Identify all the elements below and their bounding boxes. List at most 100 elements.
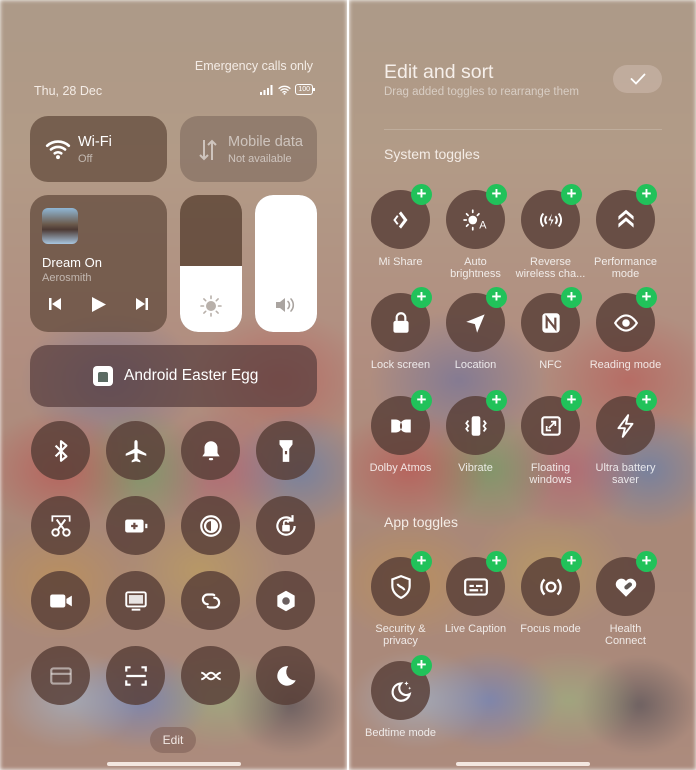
add-toggle-button[interactable]: +: [636, 390, 657, 411]
toggle-data-saver[interactable]: [181, 646, 240, 705]
toggle-airplane-mode[interactable]: [106, 421, 165, 480]
blurred-wallpaper: [349, 0, 696, 770]
scissors-icon: [50, 514, 71, 537]
toggle-circle[interactable]: +: [521, 551, 582, 616]
available-toggle[interactable]: + Focus mode: [513, 551, 588, 635]
available-toggle[interactable]: A + Auto brightness: [438, 184, 513, 280]
bluetooth-icon: [54, 439, 67, 462]
toggle-link[interactable]: [181, 571, 240, 630]
toggle-circle[interactable]: +: [596, 551, 657, 616]
add-toggle-button[interactable]: +: [486, 551, 507, 572]
toggle-circle[interactable]: +: [371, 287, 432, 352]
monitor-icon: [124, 590, 147, 611]
android-easter-egg-tile[interactable]: Android Easter Egg: [30, 345, 317, 407]
available-toggle[interactable]: + Reverse wireless cha...: [513, 184, 588, 280]
add-toggle-button[interactable]: +: [411, 390, 432, 411]
toggle-circle[interactable]: +: [446, 551, 507, 616]
available-toggle[interactable]: + Mi Share: [363, 184, 438, 268]
home-indicator[interactable]: [456, 762, 590, 766]
toggle-circle[interactable]: +: [371, 551, 432, 616]
toggle-bluetooth[interactable]: [31, 421, 90, 480]
toggle-battery-saver[interactable]: [106, 496, 165, 555]
add-toggle-button[interactable]: +: [636, 551, 657, 572]
toggle-circle[interactable]: +: [521, 287, 582, 352]
add-toggle-button[interactable]: +: [411, 655, 432, 676]
toggle-circle[interactable]: +: [371, 655, 432, 720]
toggle-circle[interactable]: +: [521, 184, 582, 249]
toggle-do-not-disturb[interactable]: [256, 646, 315, 705]
media-player-card[interactable]: Dream On Aerosmith: [30, 195, 167, 332]
toggle-label: Health Connect: [605, 623, 646, 647]
toggle-screenshot[interactable]: [31, 496, 90, 555]
video-camera-icon: [49, 594, 72, 607]
available-toggle[interactable]: + Lock screen: [363, 287, 438, 371]
next-icon[interactable]: [135, 297, 149, 311]
toggle-circle[interactable]: +: [521, 390, 582, 455]
shield-icon: [390, 574, 411, 599]
add-toggle-button[interactable]: +: [486, 390, 507, 411]
available-toggle[interactable]: + Floating windows: [513, 390, 588, 486]
add-toggle-button[interactable]: +: [411, 184, 432, 205]
toggle-circle[interactable]: A +: [446, 184, 507, 249]
toggle-dark-mode[interactable]: [181, 496, 240, 555]
available-toggle[interactable]: + Vibrate: [438, 390, 513, 474]
toggle-settings-nut[interactable]: [256, 571, 315, 630]
toggle-circle[interactable]: +: [371, 390, 432, 455]
available-toggle[interactable]: + Location: [438, 287, 513, 371]
edit-button[interactable]: Edit: [150, 727, 196, 753]
toggle-circle[interactable]: +: [596, 287, 657, 352]
wifi-tile[interactable]: Wi-Fi Off: [30, 116, 167, 182]
bedtime-moon-icon: [391, 680, 411, 702]
add-toggle-button[interactable]: +: [561, 287, 582, 308]
card-icon: [49, 666, 72, 685]
volume-slider[interactable]: [255, 195, 317, 332]
toggle-rotation-lock[interactable]: [256, 496, 315, 555]
add-toggle-button[interactable]: +: [561, 390, 582, 411]
toggle-label: Dolby Atmos: [369, 462, 432, 474]
add-toggle-button[interactable]: +: [561, 551, 582, 572]
easter-egg-label: Android Easter Egg: [124, 367, 259, 384]
done-button[interactable]: [613, 65, 662, 93]
available-toggle[interactable]: + Live Caption: [438, 551, 513, 635]
available-toggle[interactable]: + Ultra battery saver: [588, 390, 663, 486]
toggle-scanner[interactable]: [106, 646, 165, 705]
available-toggle[interactable]: + Health Connect: [588, 551, 663, 647]
moon-icon: [276, 665, 296, 686]
toggle-screen-recorder[interactable]: [31, 571, 90, 630]
available-toggle[interactable]: + Performance mode: [588, 184, 663, 280]
toggle-card[interactable]: [31, 646, 90, 705]
edit-sort-subtitle: Drag added toggles to rearrange them: [384, 86, 579, 98]
mobile-data-tile[interactable]: Mobile data Not available: [180, 116, 317, 182]
hexagon-nut-icon: [276, 590, 295, 611]
toggle-cast[interactable]: [106, 571, 165, 630]
edit-and-sort-pane: Edit and sort Drag added toggles to rear…: [349, 0, 696, 770]
available-toggle[interactable]: + Security & privacy: [363, 551, 438, 647]
available-toggle[interactable]: + NFC: [513, 287, 588, 371]
lightning-icon: [616, 413, 633, 438]
toggle-circle[interactable]: +: [446, 287, 507, 352]
brightness-slider[interactable]: [180, 195, 242, 332]
toggle-circle[interactable]: +: [596, 390, 657, 455]
add-toggle-button[interactable]: +: [411, 287, 432, 308]
system-status-icons: 100: [260, 84, 315, 95]
toggle-circle[interactable]: +: [446, 390, 507, 455]
app-toggles-heading: App toggles: [384, 514, 458, 530]
add-toggle-button[interactable]: +: [561, 184, 582, 205]
available-toggle[interactable]: + Dolby Atmos: [363, 390, 438, 474]
play-icon[interactable]: [91, 296, 107, 313]
add-toggle-button[interactable]: +: [411, 551, 432, 572]
add-toggle-button[interactable]: +: [636, 184, 657, 205]
available-toggle[interactable]: + Bedtime mode: [363, 655, 438, 739]
toggle-circle[interactable]: +: [596, 184, 657, 249]
toggle-flashlight[interactable]: [256, 421, 315, 480]
add-toggle-button[interactable]: +: [636, 287, 657, 308]
add-toggle-button[interactable]: +: [486, 184, 507, 205]
add-toggle-button[interactable]: +: [486, 287, 507, 308]
available-toggle[interactable]: + Reading mode: [588, 287, 663, 371]
home-indicator[interactable]: [107, 762, 241, 766]
previous-icon[interactable]: [48, 297, 62, 311]
toggle-sound[interactable]: [181, 421, 240, 480]
toggle-circle[interactable]: +: [371, 184, 432, 249]
data-arrows-icon: [199, 139, 217, 161]
speaker-icon: [276, 298, 295, 312]
